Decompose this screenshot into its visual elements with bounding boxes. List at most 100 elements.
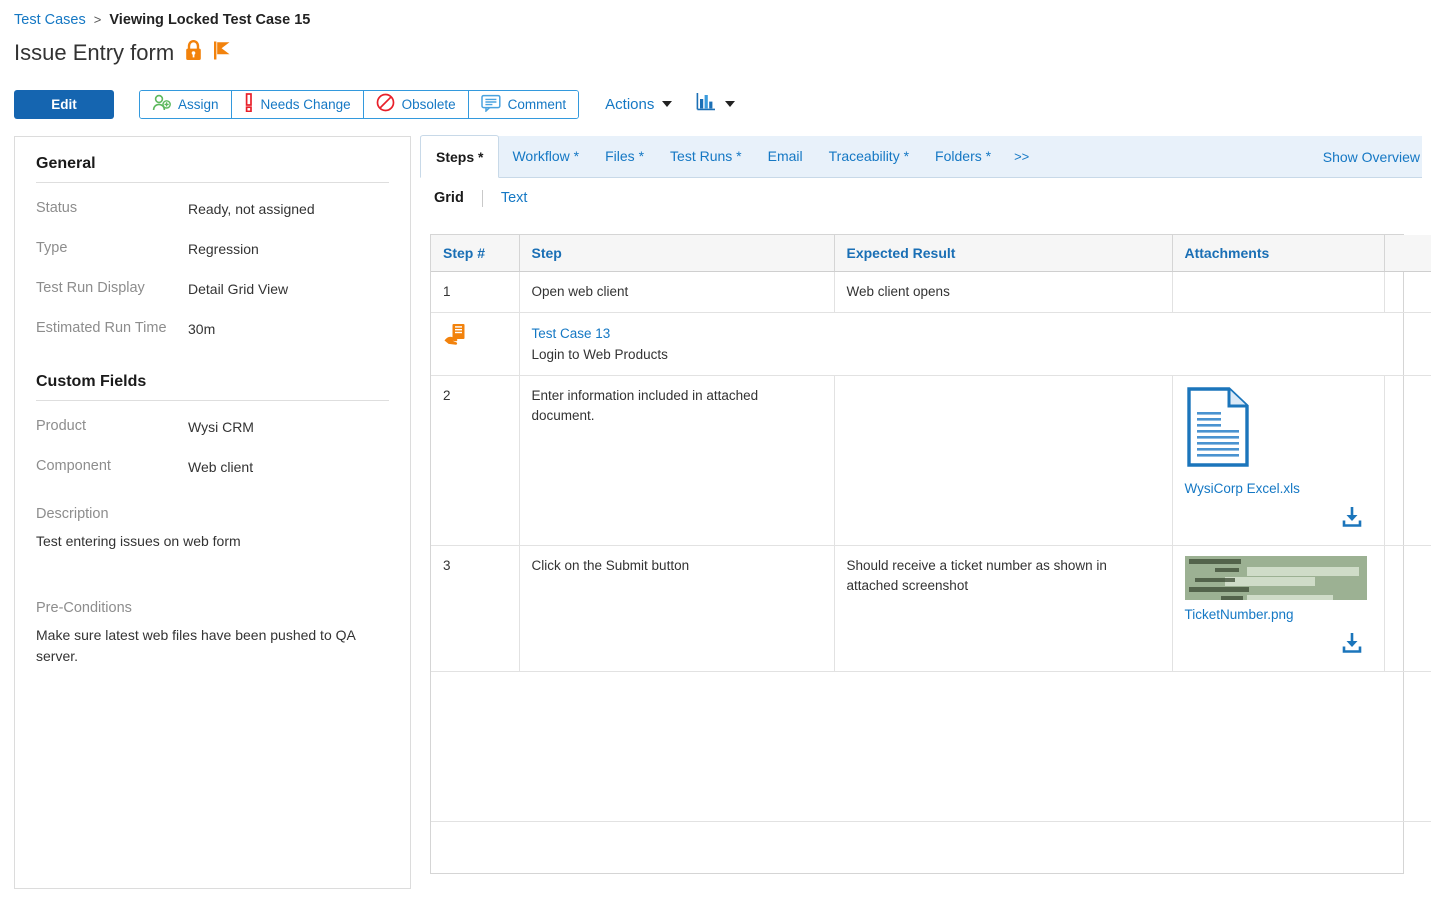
breadcrumb-root-link[interactable]: Test Cases: [14, 12, 86, 28]
cell-step: Open web client: [519, 272, 834, 313]
cell-attachments: [1172, 272, 1384, 313]
table-row[interactable]: 1 Open web client Web client opens: [431, 272, 1431, 313]
field-type-value: Regression: [188, 237, 259, 260]
subtab-text[interactable]: Text: [483, 190, 528, 206]
lock-icon: [185, 40, 202, 66]
cell-linked-icon: [431, 313, 519, 376]
linked-test-case-link[interactable]: Test Case 13: [532, 323, 1420, 344]
comment-button[interactable]: Comment: [469, 91, 579, 118]
tab-email[interactable]: Email: [755, 135, 816, 177]
field-estimated-run-time: Estimated Run Time 30m: [36, 317, 389, 340]
cell-step-number: 3: [431, 546, 519, 672]
col-header-step-number: Step #: [431, 235, 519, 272]
cell-step-number: 2: [431, 376, 519, 546]
field-estimated-run-time-label: Estimated Run Time: [36, 317, 188, 339]
field-product-label: Product: [36, 415, 188, 437]
field-estimated-run-time-value: 30m: [188, 317, 215, 340]
actions-dropdown[interactable]: Actions: [605, 96, 672, 113]
assign-user-icon: [152, 94, 171, 115]
actions-label: Actions: [605, 96, 654, 113]
general-divider: [36, 182, 389, 183]
assign-button[interactable]: Assign: [140, 91, 232, 118]
breadcrumb-current: Viewing Locked Test Case 15: [109, 12, 310, 28]
field-product-value: Wysi CRM: [188, 415, 254, 438]
show-overview-link[interactable]: Show Overview: [1321, 136, 1422, 178]
attachment-filename-link[interactable]: TicketNumber.png: [1185, 605, 1372, 625]
table-row-linked-test-case[interactable]: Test Case 13 Login to Web Products: [431, 313, 1431, 376]
needs-change-button[interactable]: Needs Change: [232, 91, 364, 118]
edit-button[interactable]: Edit: [14, 90, 114, 119]
obsolete-button[interactable]: Obsolete: [364, 91, 469, 118]
sub-tab-strip: Grid Text: [420, 178, 1422, 218]
tab-traceability[interactable]: Traceability *: [816, 135, 922, 177]
tab-workflow[interactable]: Workflow *: [499, 135, 592, 177]
chart-chevron-down-icon: [725, 101, 735, 107]
subtab-grid[interactable]: Grid: [434, 190, 482, 206]
cell-attachments: WysiCorp Excel.xls: [1172, 376, 1384, 546]
cell-step: Click on the Submit button: [519, 546, 834, 672]
download-attachment-button[interactable]: [1185, 631, 1372, 661]
main-content: Steps * Workflow * Files * Test Runs * E…: [420, 136, 1422, 889]
field-status: Status Ready, not assigned: [36, 197, 389, 220]
exclamation-icon: [244, 93, 254, 115]
custom-fields-heading: Custom Fields: [36, 373, 389, 391]
comment-icon: [481, 94, 501, 115]
tab-strip: Steps * Workflow * Files * Test Runs * E…: [420, 136, 1422, 178]
page-title: Issue Entry form: [14, 40, 174, 66]
tab-files[interactable]: Files *: [592, 135, 657, 177]
cell-step: Enter information included in attached d…: [519, 376, 834, 546]
download-attachment-button[interactable]: [1185, 505, 1372, 535]
field-product: Product Wysi CRM: [36, 415, 389, 438]
general-heading: General: [36, 155, 389, 173]
details-sidebar: General Status Ready, not assigned Type …: [14, 136, 411, 889]
cell-attachments: TicketNumber.png: [1172, 546, 1384, 672]
assign-label: Assign: [178, 97, 219, 112]
custom-fields-divider: [36, 400, 389, 401]
shared-test-case-icon: [443, 335, 469, 350]
cell-linked-info: Test Case 13 Login to Web Products: [519, 313, 1431, 376]
comment-label: Comment: [508, 97, 567, 112]
page-title-row: Issue Entry form: [14, 38, 231, 68]
field-test-run-display: Test Run Display Detail Grid View: [36, 277, 389, 300]
chevron-down-icon: [662, 101, 672, 107]
cell-expected-result: [834, 376, 1172, 546]
description-label: Description: [36, 504, 389, 525]
tab-steps[interactable]: Steps *: [420, 135, 499, 178]
field-component: Component Web client: [36, 455, 389, 478]
field-test-run-display-label: Test Run Display: [36, 277, 188, 299]
tabs-overflow-button[interactable]: >>: [1004, 135, 1039, 177]
linked-test-case-subtitle: Login to Web Products: [532, 344, 1420, 365]
steps-grid: Step # Step Expected Result Attachments …: [431, 235, 1431, 822]
field-status-value: Ready, not assigned: [188, 197, 315, 220]
obsolete-label: Obsolete: [402, 97, 456, 112]
cell-expected-result: Web client opens: [834, 272, 1172, 313]
field-type-label: Type: [36, 237, 188, 259]
chart-dropdown[interactable]: [696, 92, 735, 116]
table-row[interactable]: 2 Enter information included in attached…: [431, 376, 1431, 546]
preconditions-value: Make sure latest web files have been pus…: [36, 625, 389, 667]
preconditions-label: Pre-Conditions: [36, 598, 389, 619]
grid-header-row: Step # Step Expected Result Attachments: [431, 235, 1431, 272]
action-button-group: Assign Needs Change Obso: [139, 90, 579, 119]
tab-test-runs[interactable]: Test Runs *: [657, 135, 755, 177]
cell-end: [1384, 376, 1431, 546]
needs-change-label: Needs Change: [261, 97, 351, 112]
document-file-icon[interactable]: [1185, 456, 1251, 471]
image-attachment-thumbnail[interactable]: [1185, 556, 1367, 600]
field-status-label: Status: [36, 197, 188, 219]
field-test-run-display-value: Detail Grid View: [188, 277, 288, 300]
breadcrumb: Test Cases > Viewing Locked Test Case 15: [14, 11, 310, 29]
cell-end: [1384, 272, 1431, 313]
breadcrumb-separator: >: [94, 12, 102, 27]
col-header-attachments: Attachments: [1172, 235, 1384, 272]
attachment-filename-link[interactable]: WysiCorp Excel.xls: [1185, 479, 1372, 499]
tab-folders[interactable]: Folders *: [922, 135, 1004, 177]
cell-expected-result: Should receive a ticket number as shown …: [834, 546, 1172, 672]
page-root: Test Cases > Viewing Locked Test Case 15…: [0, 0, 1436, 922]
field-component-value: Web client: [188, 455, 253, 478]
cell-step-number: 1: [431, 272, 519, 313]
col-header-end: [1384, 235, 1431, 272]
description-value: Test entering issues on web form: [36, 531, 389, 552]
table-row[interactable]: 3 Click on the Submit button Should rece…: [431, 546, 1431, 672]
grid-empty-area: [431, 672, 1431, 822]
